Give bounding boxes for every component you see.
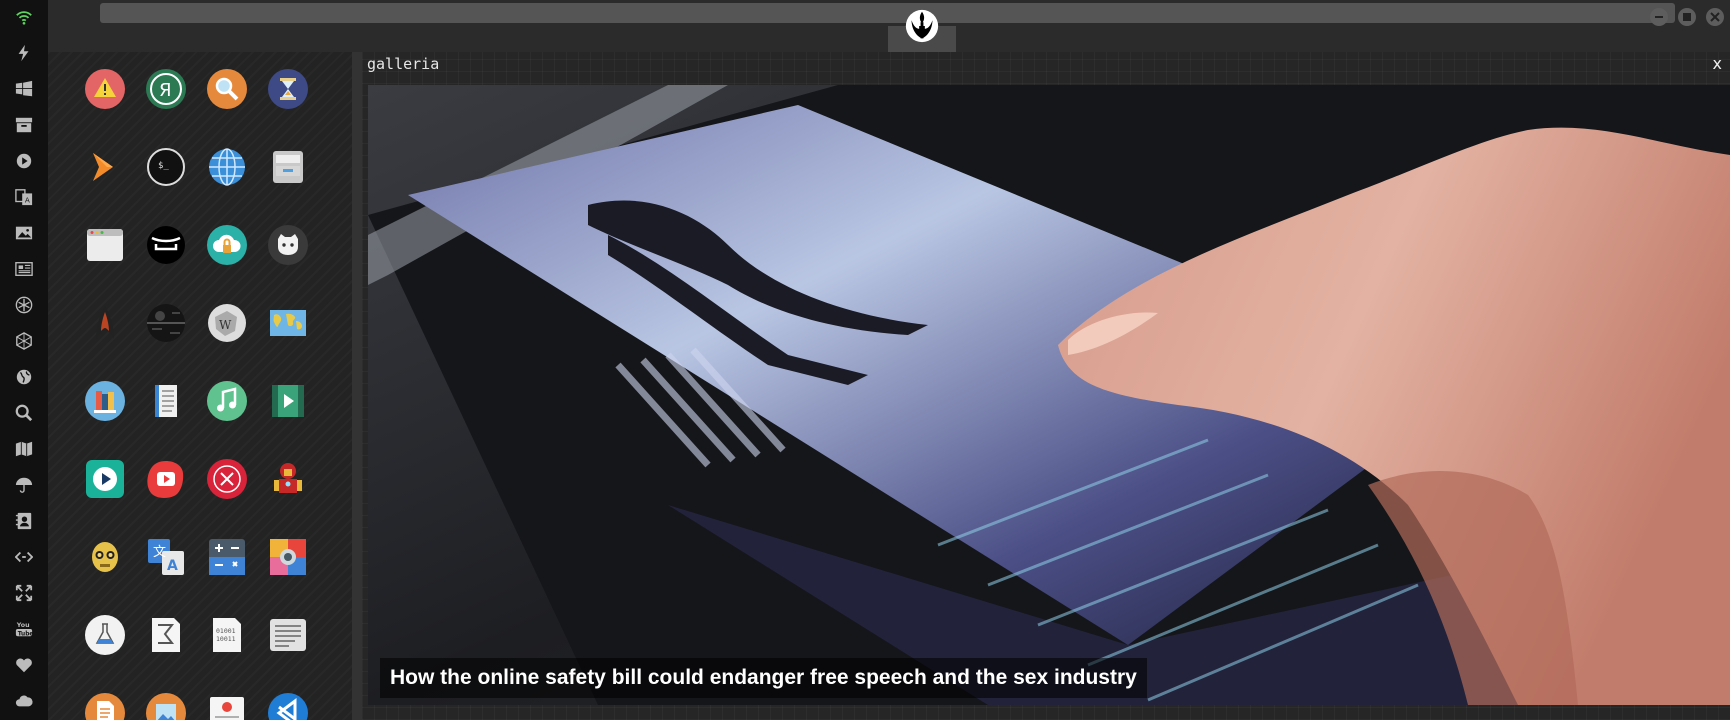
svg-text:文: 文 — [153, 545, 166, 560]
terminal-app-icon[interactable]: $_ — [146, 147, 186, 187]
search-icon[interactable] — [14, 403, 34, 423]
science-app-icon[interactable] — [85, 615, 125, 655]
globe-icon[interactable] — [14, 367, 34, 387]
wikipedia-app-icon[interactable]: W — [207, 303, 247, 343]
galleria-panel: galleria x How the online safety bill co… — [362, 52, 1730, 720]
svg-text:A: A — [167, 558, 178, 574]
web-browser-app-icon[interactable] — [207, 147, 247, 187]
minimize-button[interactable] — [1650, 8, 1668, 26]
photos-app-icon[interactable] — [268, 537, 308, 577]
heart-icon[interactable] — [14, 655, 34, 675]
video-app-icon[interactable] — [268, 381, 308, 421]
svg-text:10011: 10011 — [216, 635, 236, 643]
panel-close-button[interactable]: x — [1713, 54, 1722, 73]
windows-icon[interactable] — [14, 79, 34, 99]
cloud-lock-app-icon[interactable] — [207, 225, 247, 265]
maximize-button[interactable] — [1678, 8, 1696, 26]
calculator-app-icon[interactable] — [207, 537, 247, 577]
umbrella-icon[interactable] — [14, 475, 34, 495]
c3po-app-icon[interactable] — [85, 537, 125, 577]
search-app-icon[interactable] — [207, 69, 247, 109]
starfleet-app-icon[interactable] — [85, 303, 125, 343]
svg-text:Я: Я — [159, 80, 172, 101]
svg-text:A: A — [25, 195, 30, 204]
player-app-icon[interactable] — [85, 459, 125, 499]
play-circle-icon[interactable] — [14, 151, 34, 171]
window-app-icon[interactable] — [85, 225, 125, 265]
svg-text:Tube: Tube — [18, 631, 33, 637]
close-button[interactable] — [1706, 8, 1724, 26]
binary-file-app-icon[interactable]: 01001 10011 — [207, 615, 247, 655]
vscode-app-icon[interactable] — [268, 693, 308, 720]
image-viewer-app-icon[interactable] — [146, 693, 186, 720]
sublime-app-icon[interactable] — [85, 147, 125, 187]
svg-text:W: W — [219, 318, 232, 332]
youtube-app-icon[interactable] — [146, 459, 186, 499]
cloud-icon[interactable] — [14, 691, 34, 711]
youtube-icon[interactable]: You Tube — [14, 619, 34, 639]
wifi-icon[interactable] — [14, 7, 34, 27]
hexagon-icon[interactable] — [14, 331, 34, 351]
world-map-app-icon[interactable] — [268, 303, 308, 343]
close-app-icon[interactable] — [207, 459, 247, 499]
math-app-icon[interactable] — [146, 615, 186, 655]
newspaper-icon[interactable] — [14, 259, 34, 279]
document-app-icon[interactable] — [85, 693, 125, 720]
presentation-app-icon[interactable] — [207, 693, 247, 720]
left-launcher-bar: A You Tube — [0, 0, 48, 720]
notes-app-icon[interactable] — [146, 381, 186, 421]
hourglass-app-icon[interactable] — [268, 69, 308, 109]
death-star-app-icon[interactable] — [146, 303, 186, 343]
music-app-icon[interactable] — [207, 381, 247, 421]
svg-text:$_: $_ — [158, 161, 169, 171]
library-app-icon[interactable] — [85, 381, 125, 421]
svg-text:You: You — [16, 622, 30, 629]
code-icon[interactable] — [14, 547, 34, 567]
github-app-icon[interactable] — [268, 225, 308, 265]
ironman-app-icon[interactable] — [268, 459, 308, 499]
image-icon[interactable] — [14, 223, 34, 243]
translate-icon[interactable]: A — [14, 187, 34, 207]
keyboard-app-icon[interactable] — [146, 225, 186, 265]
rebel-alliance-logo-icon[interactable] — [888, 0, 956, 52]
translate-app-icon[interactable]: 文A — [146, 537, 186, 577]
fullscreen-icon[interactable] — [14, 583, 34, 603]
lightning-icon[interactable] — [14, 43, 34, 63]
text-editor-app-icon[interactable] — [268, 615, 308, 655]
gallery-image[interactable]: How the online safety bill could endange… — [368, 85, 1730, 705]
yandex-app-icon[interactable]: Я — [146, 69, 186, 109]
rebel-alliance-icon[interactable] — [14, 295, 34, 315]
app-launcher-grid: Я $_ W 文 A 01001 10011 — [48, 52, 352, 720]
file-cabinet-app-icon[interactable] — [268, 147, 308, 187]
svg-text:01001: 01001 — [216, 627, 236, 635]
archive-icon[interactable] — [14, 115, 34, 135]
panel-title: galleria — [367, 55, 440, 73]
image-caption: How the online safety bill could endange… — [380, 658, 1147, 698]
panel-divider[interactable] — [352, 52, 362, 720]
contacts-icon[interactable] — [14, 511, 34, 531]
top-bar — [48, 0, 1730, 52]
warning-app-icon[interactable] — [85, 69, 125, 109]
map-icon[interactable] — [14, 439, 34, 459]
